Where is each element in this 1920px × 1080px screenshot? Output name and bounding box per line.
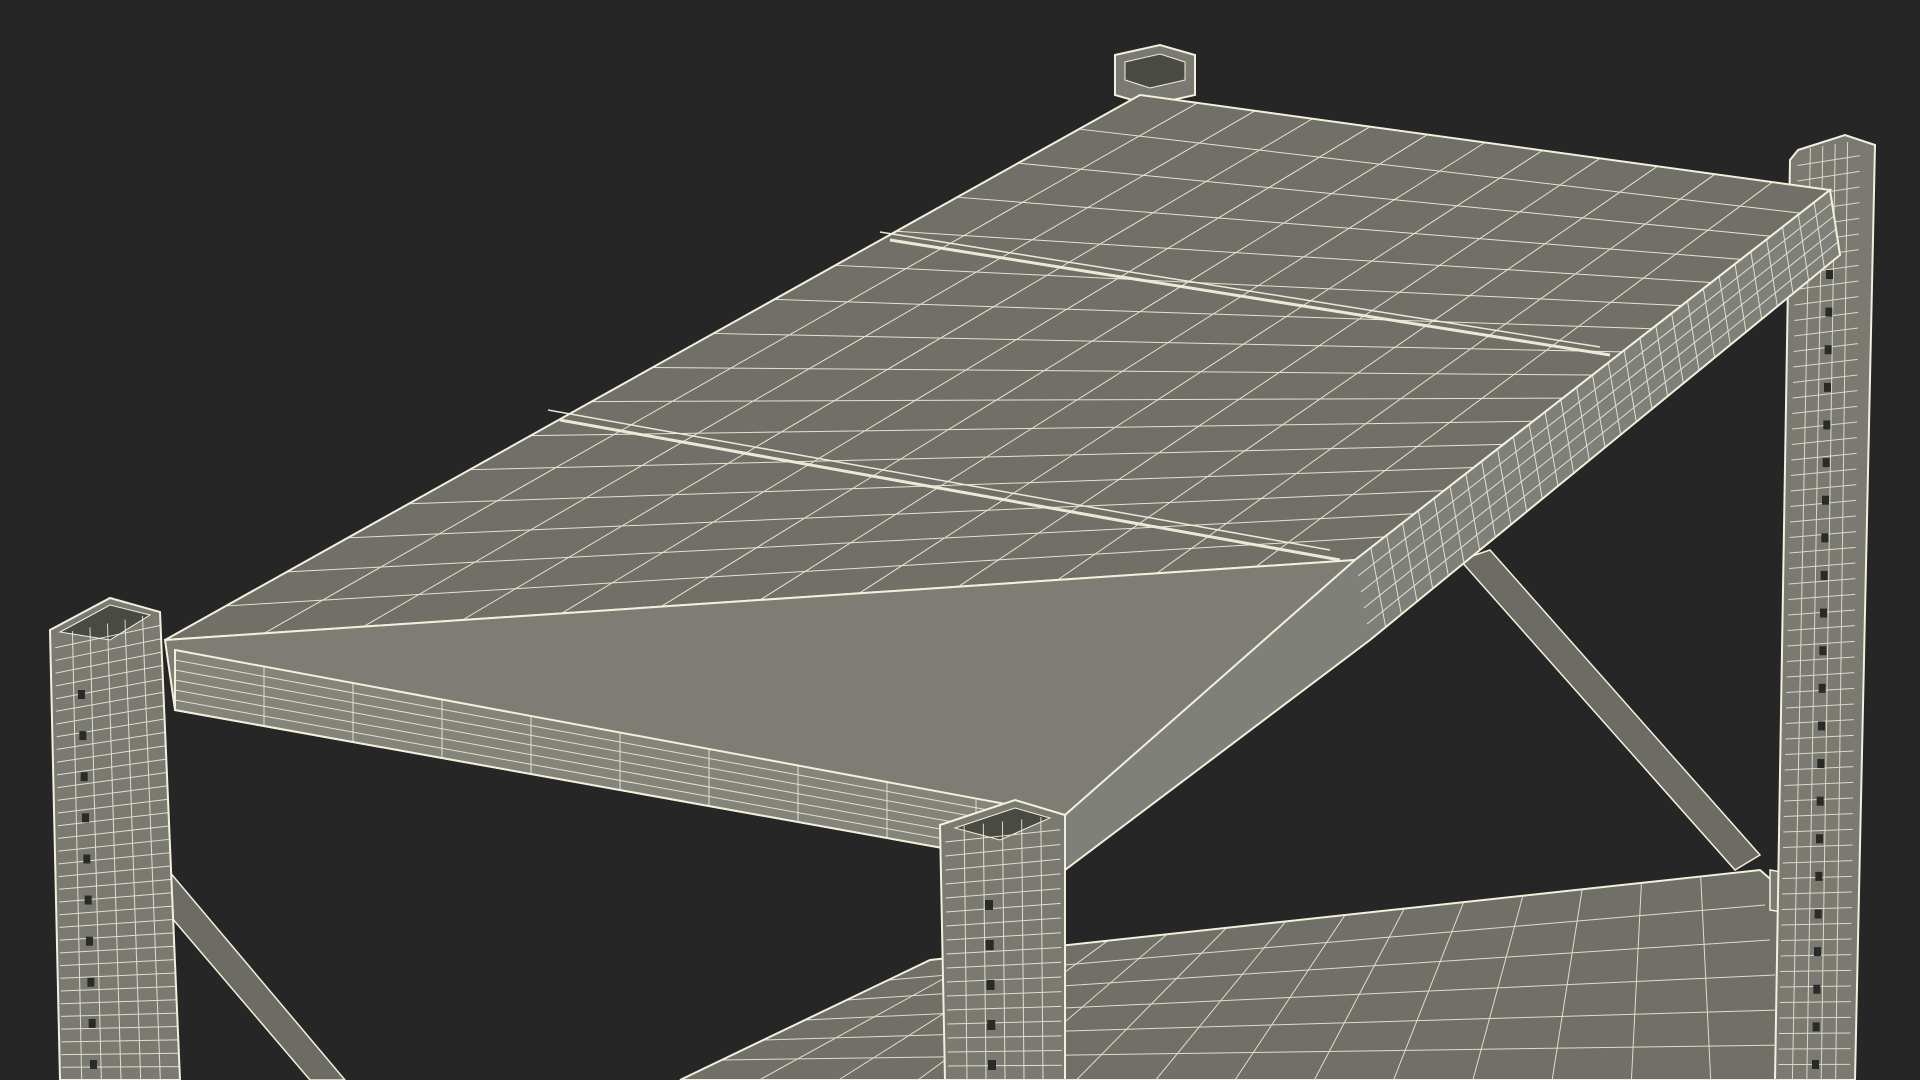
post-slot-hole xyxy=(1818,683,1826,693)
post-slot-hole xyxy=(1814,909,1822,919)
post-slot-hole xyxy=(80,772,88,782)
back-left-post xyxy=(1114,43,1196,107)
post-slot-hole xyxy=(83,854,91,864)
post-slot-hole xyxy=(82,813,89,823)
mesh-line xyxy=(61,1066,180,1068)
post-slot-hole xyxy=(1813,984,1821,994)
post-slot-hole xyxy=(985,940,994,950)
post-slot-hole xyxy=(1820,570,1828,580)
post-slot-hole xyxy=(1824,382,1831,392)
post-slot-hole xyxy=(88,1018,96,1028)
front-left-post xyxy=(48,596,182,1080)
post-slot-hole xyxy=(1826,270,1833,279)
post-slot-hole xyxy=(1818,721,1825,731)
post-slot-hole xyxy=(86,936,93,946)
post-slot-hole xyxy=(1812,1022,1820,1032)
post-slot-hole xyxy=(986,980,995,990)
post-slot-hole xyxy=(1815,871,1823,881)
post-slot-hole xyxy=(79,731,87,741)
post-slot-hole xyxy=(1823,420,1831,430)
post-slot-hole xyxy=(1822,458,1830,468)
post-slot-hole xyxy=(90,1060,97,1069)
wireframe-render-viewport xyxy=(0,0,1920,1080)
post-slot-hole xyxy=(87,977,95,987)
post-slot-hole xyxy=(1816,796,1824,806)
post-slot-hole xyxy=(84,895,92,905)
mesh-line xyxy=(1778,1032,1851,1034)
front-middle-post xyxy=(938,798,1066,1080)
post-slot-hole xyxy=(987,1020,996,1030)
post-slot-hole xyxy=(988,1060,996,1070)
post-slot-hole xyxy=(1825,307,1833,317)
post-slot-hole xyxy=(1812,1060,1819,1069)
post-slot-hole xyxy=(1824,345,1832,355)
post-slot-hole xyxy=(1819,646,1827,656)
post-slot-hole xyxy=(78,690,85,699)
post-slot-hole xyxy=(1814,947,1821,957)
post-slot-hole xyxy=(1820,608,1827,618)
post-slot-hole xyxy=(1817,759,1825,769)
post-slot-hole xyxy=(1821,533,1829,543)
mesh-line xyxy=(1779,1016,1851,1019)
post-slot-hole xyxy=(985,900,993,910)
post-slot-hole xyxy=(1816,834,1823,844)
post-slot-hole xyxy=(1822,495,1829,505)
